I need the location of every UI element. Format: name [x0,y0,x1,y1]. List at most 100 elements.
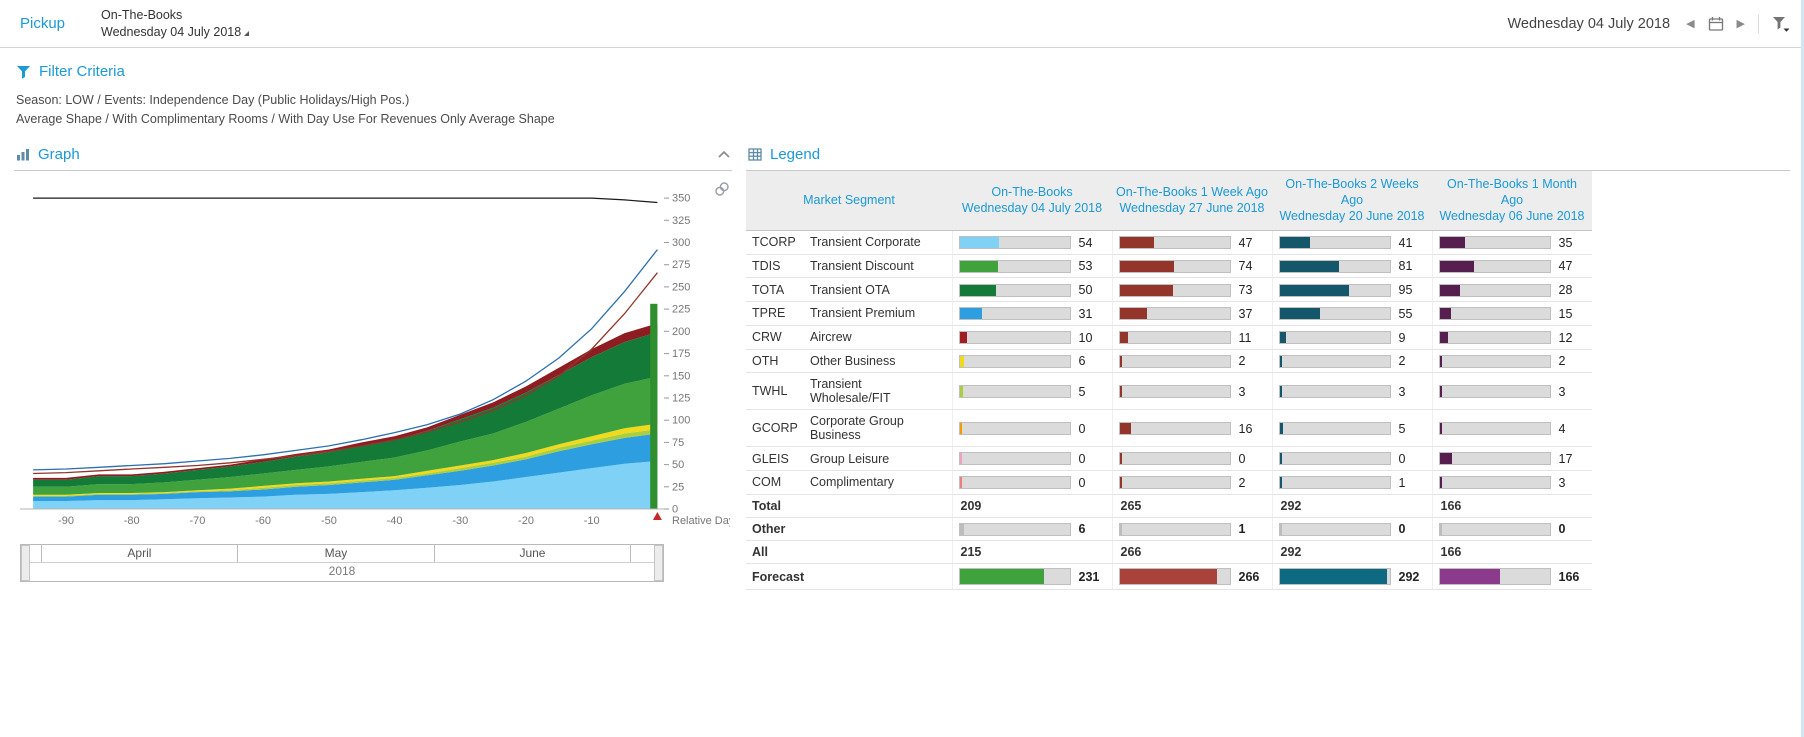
value-bar-fill [1440,285,1461,296]
value-bar [1279,355,1391,368]
bar-chart-icon [16,148,30,161]
col-header-otb-2[interactable]: On-The-Books 2 Weeks Ago Wednesday 20 Ju… [1272,171,1432,231]
booking-curve-chart[interactable]: 0255075100125150175200225250275300325350… [14,175,730,539]
summary-row-all[interactable]: All215266292166 [746,541,1592,564]
filter-criteria-toggle[interactable]: Filter Criteria [16,63,1788,80]
x-tick-label: -80 [124,515,140,527]
legend-row-twhl[interactable]: TWHLTransient Wholesale/FIT5333 [746,373,1592,410]
link-icon[interactable] [714,181,730,197]
summary-row-total[interactable]: Total209265292166 [746,494,1592,517]
y-tick-label: 25 [672,481,684,493]
calendar-icon[interactable] [1708,16,1724,32]
legend-row-tpre[interactable]: TPRETransient Premium31375515 [746,302,1592,326]
value-text: 6 [1079,522,1086,536]
segment-code: TCORP [746,231,804,255]
value-cell: 47 [1432,254,1592,278]
timeline-month-april[interactable]: April [41,545,238,562]
value-bar-fill [1440,453,1452,464]
value-bar [1119,260,1231,273]
value-bar-fill [1120,237,1154,248]
value-text: 54 [1079,236,1093,250]
timeline-range-selector[interactable]: AprilMayJune2018 [20,544,664,582]
value-text: 73 [1239,283,1253,297]
value-bar [1279,385,1391,398]
value-bar-fill [1440,308,1451,319]
value-text: 166 [1559,570,1580,584]
x-tick-label: -30 [452,515,468,527]
legend-row-crw[interactable]: CRWAircrew1011912 [746,325,1592,349]
value-bar [959,331,1071,344]
segment-code: COM [746,470,804,494]
value-bar-fill [1120,356,1122,367]
summary-row-other[interactable]: Other6100 [746,517,1592,541]
col-header-otb-1[interactable]: On-The-Books 1 Week Ago Wednesday 27 Jun… [1112,171,1272,231]
timeline-month-may[interactable]: May [237,545,434,562]
legend-row-gcorp[interactable]: GCORPCorporate Group Business01654 [746,410,1592,447]
line-capacity [33,198,657,202]
chevron-up-icon[interactable] [718,150,730,158]
timeline-month-june[interactable]: June [434,545,631,562]
value-text: 0 [1239,452,1246,466]
chevron-right-icon[interactable]: ▶ [1737,17,1745,30]
timeline-handle-right[interactable] [654,545,663,581]
value-cell: 9 [1272,325,1432,349]
legend-row-tcorp[interactable]: TCORPTransient Corporate54474135 [746,231,1592,255]
value-cell: 0 [952,410,1112,447]
value-cell: 0 [952,470,1112,494]
value-bar [959,307,1071,320]
legend-panel-title: Legend [770,146,820,163]
value-cell: 5 [952,373,1112,410]
filter-line-1: Season: LOW / Events: Independence Day (… [16,91,1788,110]
summary-value: 292 [1272,541,1432,564]
value-cell: 12 [1432,325,1592,349]
value-text: 0 [1079,452,1086,466]
legend-header-row: Market SegmentOn-The-Books Wednesday 04 … [746,171,1592,231]
summary-value: 166 [1432,541,1592,564]
value-bar-fill [960,332,967,343]
nav-pickup-link[interactable]: Pickup [20,15,65,32]
x-tick-label: -10 [584,515,600,527]
view-title-block[interactable]: On-The-Books Wednesday 04 July 2018 [101,7,249,41]
value-text: 266 [1239,570,1260,584]
value-text: 0 [1399,452,1406,466]
col-header-otb-0[interactable]: On-The-Books Wednesday 04 July 2018 [952,171,1112,231]
value-bar-fill [960,356,964,367]
value-cell: 31 [952,302,1112,326]
value-text: 0 [1079,422,1086,436]
legend-row-tdis[interactable]: TDISTransient Discount53748147 [746,254,1592,278]
value-text: 292 [1399,570,1420,584]
value-bar [1279,307,1391,320]
forecast-spike [650,303,657,508]
value-text: 35 [1559,236,1573,250]
segment-name: Transient OTA [804,278,952,302]
summary-row-forecast[interactable]: Forecast231266292166 [746,564,1592,590]
value-bar [1439,236,1551,249]
segment-name: Group Leisure [804,447,952,471]
value-bar-fill [1120,453,1122,464]
summary-value: 265 [1112,494,1272,517]
value-cell: 0 [1272,517,1432,541]
legend-row-com[interactable]: COMComplimentary0213 [746,470,1592,494]
value-cell: 3 [1432,373,1592,410]
value-bar [1439,452,1551,465]
value-text: 0 [1559,522,1566,536]
legend-row-gleis[interactable]: GLEISGroup Leisure00017 [746,447,1592,471]
col-header-market-segment[interactable]: Market Segment [746,171,952,231]
legend-row-oth[interactable]: OTHOther Business6222 [746,349,1592,373]
value-text: 31 [1079,307,1093,321]
value-bar [1279,260,1391,273]
value-cell: 35 [1432,231,1592,255]
timeline-handle-left[interactable] [21,545,30,581]
col-header-otb-3[interactable]: On-The-Books 1 Month Ago Wednesday 06 Ju… [1432,171,1592,231]
filter-icon[interactable] [1772,16,1790,32]
value-bar [959,385,1071,398]
segment-code: CRW [746,325,804,349]
value-bar [959,422,1071,435]
chart-area: 0255075100125150175200225250275300325350… [14,171,732,582]
value-bar [1119,236,1231,249]
summary-value: 215 [952,541,1112,564]
chevron-left-icon[interactable]: ◀ [1686,17,1694,30]
y-tick-label: 100 [672,414,690,426]
value-bar-fill [1120,332,1128,343]
legend-row-tota[interactable]: TOTATransient OTA50739528 [746,278,1592,302]
